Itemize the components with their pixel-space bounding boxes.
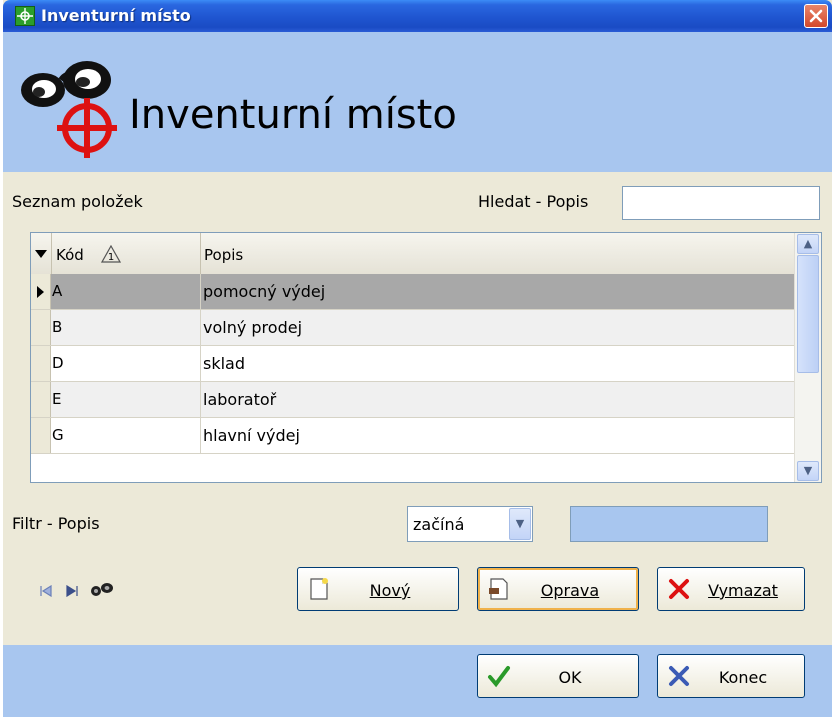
cell-popis: pomocný výdej [203, 282, 326, 301]
footer-bar: OK Konec [3, 645, 832, 717]
close-dialog-button[interactable]: Konec [657, 654, 805, 698]
svg-text:1: 1 [108, 252, 114, 263]
inventory-location-window: Inventurní místo Inventurní místo Seznam… [3, 0, 832, 717]
cell-kod: E [52, 390, 62, 408]
close-icon [809, 9, 823, 23]
table-row[interactable]: D sklad [31, 346, 795, 382]
filter-mode-value: začíná [413, 515, 465, 534]
column-label: Popis [204, 246, 244, 264]
binoculars-icon[interactable] [90, 580, 114, 602]
dropdown-arrow-icon [35, 250, 47, 258]
row-indicator [31, 274, 51, 309]
column-header-popis[interactable]: Popis [201, 233, 794, 274]
chevron-down-icon[interactable]: ▼ [509, 508, 531, 540]
row-indicator [31, 310, 51, 345]
cell-popis: volný prodej [203, 318, 303, 337]
scroll-thumb[interactable] [797, 255, 819, 373]
row-indicator [31, 346, 51, 381]
page-title: Inventurní místo [129, 92, 457, 138]
column-label: Kód [56, 246, 84, 264]
delete-button-label: Vymazat [708, 581, 778, 600]
column-header-kod[interactable]: Kód 1 [52, 233, 201, 274]
table-row[interactable]: E laboratoř [31, 382, 795, 418]
cell-kod: B [52, 318, 63, 336]
ok-button[interactable]: OK [477, 654, 639, 698]
header-banner: Inventurní místo [3, 32, 832, 172]
cell-kod: A [52, 282, 63, 300]
scroll-down-button[interactable]: ▼ [797, 461, 819, 481]
sort-indicator-icon: 1 [101, 245, 121, 263]
search-label: Hledat - Popis [478, 192, 589, 211]
row-indicator [31, 418, 51, 453]
new-button-label: Nový [369, 581, 411, 600]
cell-popis: laboratoř [203, 390, 277, 409]
close-dialog-button-label: Konec [718, 668, 768, 687]
items-table[interactable]: Kód 1 Popis A pomocný výdej B volný prod… [30, 232, 822, 483]
table-row[interactable]: G hlavní výdej [31, 418, 795, 454]
cell-popis: hlavní výdej [203, 426, 300, 445]
table-row[interactable]: B volný prodej [31, 310, 795, 346]
filter-label: Filtr - Popis [12, 514, 100, 533]
search-input[interactable] [622, 186, 820, 220]
edit-button-label: Oprava [540, 581, 600, 600]
current-row-icon [37, 286, 44, 298]
table-row[interactable]: A pomocný výdej [31, 274, 795, 310]
first-record-icon[interactable] [39, 584, 53, 601]
ok-button-label: OK [558, 668, 582, 687]
filter-mode-select[interactable]: začíná ▼ [407, 506, 533, 542]
edit-button[interactable]: Oprava [477, 567, 639, 611]
filter-input[interactable] [570, 506, 768, 542]
delete-button[interactable]: Vymazat [657, 567, 805, 611]
table-header: Kód 1 Popis [31, 233, 795, 275]
window-title: Inventurní místo [41, 6, 191, 25]
header-corner[interactable] [31, 233, 52, 274]
close-button[interactable] [804, 4, 828, 28]
scroll-up-button[interactable]: ▲ [797, 234, 819, 254]
cell-kod: D [52, 354, 64, 372]
binoculars-target-icon [17, 50, 129, 164]
title-bar[interactable]: Inventurní místo [3, 0, 832, 32]
row-indicator [31, 382, 51, 417]
vertical-scrollbar[interactable]: ▲ ▼ [794, 233, 821, 482]
last-record-icon[interactable] [65, 584, 79, 601]
cell-popis: sklad [203, 354, 246, 373]
cell-kod: G [52, 426, 64, 444]
new-button[interactable]: Nový [297, 567, 459, 611]
app-icon [15, 6, 35, 26]
list-label: Seznam položek [12, 192, 143, 211]
